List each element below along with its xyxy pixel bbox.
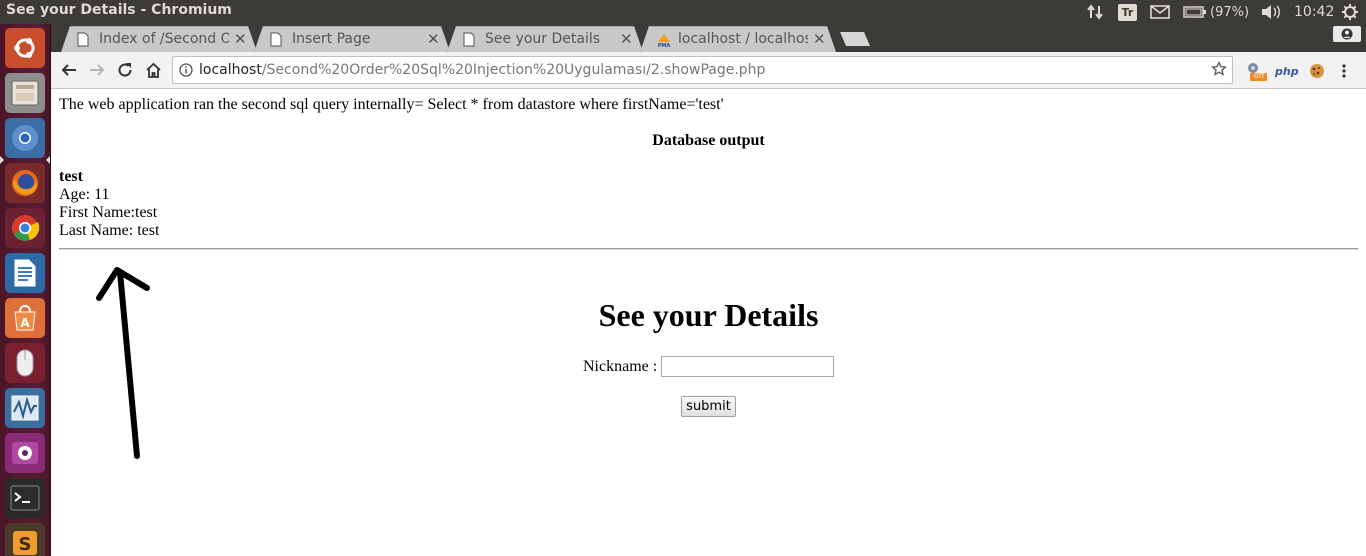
page-icon (77, 32, 89, 47)
browser-toolbar: localhost/Second%20Order%20Sql%20Injecti… (51, 52, 1366, 89)
tab-insert-page[interactable]: Insert Page ✕ (254, 26, 450, 52)
terminal-icon[interactable] (5, 478, 45, 518)
arrow-right-icon (90, 64, 105, 76)
phpmyadmin-icon: PMA (656, 32, 672, 48)
clock[interactable]: 10:42 (1294, 0, 1334, 24)
record-first-name: First Name:test (59, 204, 158, 221)
url-host: localhost (199, 62, 262, 78)
nickname-input[interactable] (661, 356, 835, 377)
unity-launcher: A S (0, 24, 51, 556)
page-content: The web application ran the second sql q… (51, 90, 1366, 556)
horizontal-rule (59, 248, 1358, 250)
running-indicator-right (46, 156, 50, 164)
record-age: Age: 11 (59, 186, 110, 203)
close-icon[interactable]: ✕ (234, 30, 247, 48)
tab-strip: Index of /Second O ✕ Insert Page ✕ See y… (51, 24, 1366, 52)
media-player-icon[interactable] (5, 433, 45, 473)
volume-icon[interactable] (1260, 0, 1282, 24)
svg-text:A: A (20, 316, 30, 330)
tab-label: See your Details (485, 31, 601, 47)
battery-percent: (97%) (1210, 4, 1250, 20)
page-icon (463, 32, 475, 47)
nickname-label: Nickname : (583, 357, 658, 375)
cookie-icon[interactable] (1309, 61, 1325, 81)
submit-button[interactable]: submit (681, 396, 736, 417)
firefox-icon[interactable] (5, 163, 45, 203)
page-icon (270, 32, 282, 47)
forward-button[interactable] (86, 59, 108, 81)
reload-button[interactable] (114, 59, 136, 81)
php-extension-button[interactable]: php (1275, 61, 1299, 81)
top-panel: See your Details - Chromium Tr (97%) 10:… (0, 0, 1366, 24)
tab-label: Insert Page (292, 31, 371, 47)
files-icon[interactable] (5, 73, 45, 113)
mail-icon[interactable] (1150, 0, 1170, 24)
record-name: test (59, 168, 83, 185)
query-message: The web application ran the second sql q… (59, 96, 724, 113)
bookmark-star-icon[interactable] (1211, 61, 1227, 77)
gear-icon[interactable] (1341, 0, 1359, 24)
battery-indicator[interactable]: (97%) (1183, 0, 1249, 24)
chrome-icon[interactable] (5, 208, 45, 248)
close-icon[interactable]: ✕ (813, 30, 826, 48)
libreoffice-writer-icon[interactable] (5, 253, 45, 293)
software-center-icon[interactable]: A (5, 298, 45, 338)
close-icon[interactable]: ✕ (427, 30, 440, 48)
database-output-heading: Database output (652, 132, 765, 149)
home-button[interactable] (142, 59, 164, 81)
new-tab-button[interactable] (840, 32, 870, 46)
url-path: /Second%20Order%20Sql%20Injection%20Uygu… (261, 62, 766, 78)
ubuntu-logo-icon[interactable] (5, 28, 45, 68)
nickname-row: Nickname : (583, 356, 835, 377)
svg-text:PMA: PMA (658, 43, 671, 48)
keyboard-layout-indicator[interactable]: Tr (1118, 0, 1137, 24)
svg-text:S: S (19, 534, 32, 555)
tab-label: localhost / localhos (678, 31, 808, 47)
close-icon[interactable]: ✕ (620, 30, 633, 48)
arrow-left-icon (61, 64, 76, 76)
extension-badge: off (1254, 71, 1265, 80)
profile-button[interactable] (1333, 26, 1361, 42)
tab-see-your-details[interactable]: See your Details ✕ (447, 26, 643, 52)
reload-icon (118, 63, 132, 77)
url-text: localhost/Second%20Order%20Sql%20Injecti… (199, 62, 765, 78)
cookie-extension-button[interactable]: off (1244, 61, 1268, 81)
tab-index-of-second[interactable]: Index of /Second O ✕ (61, 26, 257, 52)
sublime-text-icon[interactable]: S (5, 523, 45, 556)
hand-drawn-arrow-annotation (96, 267, 150, 459)
window-title: See your Details - Chromium (6, 2, 232, 18)
info-icon[interactable] (179, 63, 193, 77)
battery-icon (1183, 6, 1206, 18)
back-button[interactable] (58, 59, 80, 81)
mouse-settings-icon[interactable] (5, 343, 45, 383)
tab-label: Index of /Second O (99, 31, 229, 47)
address-bar[interactable]: localhost/Second%20Order%20Sql%20Injecti… (172, 56, 1233, 84)
home-icon (145, 62, 161, 78)
system-monitor-icon[interactable] (5, 388, 45, 428)
form-title: See your Details (598, 297, 819, 333)
network-icon[interactable] (1086, 0, 1104, 24)
chromium-icon[interactable] (5, 118, 45, 158)
kebab-menu-icon (1342, 64, 1346, 78)
browser-menu-button[interactable] (1341, 61, 1347, 81)
tab-phpmyadmin[interactable]: PMA localhost / localhos ✕ (640, 26, 836, 52)
record-last-name: Last Name: test (59, 222, 160, 239)
record-block: test Age: 11 First Name:test Last Name: … (59, 168, 159, 240)
running-indicator-left (0, 156, 4, 164)
person-icon (1341, 28, 1353, 40)
